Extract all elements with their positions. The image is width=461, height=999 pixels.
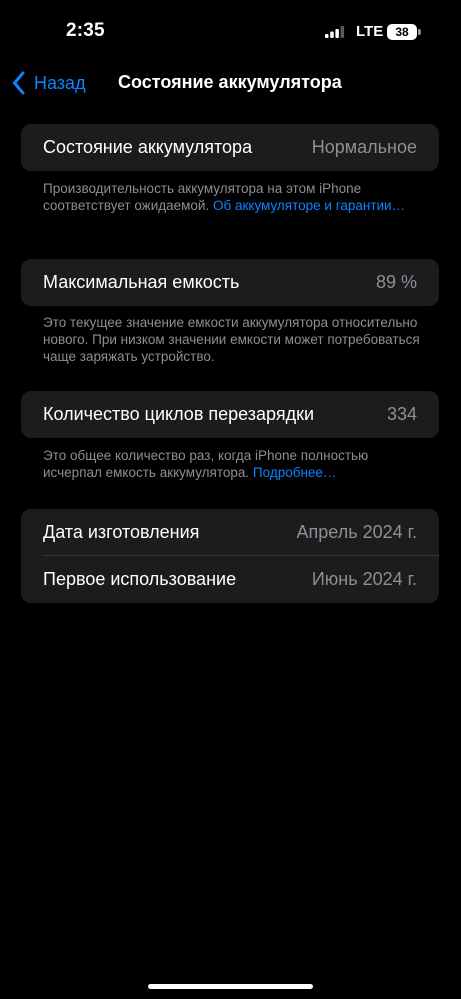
max-capacity-group: Максимальная емкость 89 % (21, 259, 439, 306)
chevron-left-icon (13, 71, 25, 95)
cycle-count-footnote: Это общее количество раз, когда iPhone п… (43, 447, 423, 481)
network-type-label: LTE (356, 23, 384, 40)
battery-icon: 38 (387, 24, 422, 40)
manufacture-date-value: Апрель 2024 г. (296, 522, 417, 542)
manufacture-date-label: Дата изготовления (43, 522, 200, 542)
battery-cap (418, 29, 421, 35)
page-title: Состояние аккумулятора (118, 72, 342, 92)
cellular-signal-icon (325, 26, 345, 38)
status-bar: 2:35 LTE 38 (0, 0, 461, 64)
status-time: 2:35 (66, 20, 105, 41)
battery-health-footnote: Производительность аккумулятора на этом … (43, 180, 423, 214)
max-capacity-value: 89 % (375, 272, 417, 292)
battery-health-group: Состояние аккумулятора Нормальное (21, 124, 439, 171)
manufacture-date-row: Дата изготовления Апрель 2024 г. (21, 509, 439, 556)
home-indicator[interactable] (148, 984, 313, 989)
cycle-count-label: Количество циклов перезарядки (43, 404, 315, 424)
first-use-value: Июнь 2024 г. (311, 569, 417, 589)
battery-health-row: Состояние аккумулятора Нормальное (21, 124, 439, 171)
cycle-count-row: Количество циклов перезарядки 334 (21, 391, 439, 438)
battery-health-value: Нормальное (311, 137, 417, 157)
back-button-label: Назад (34, 72, 86, 93)
cycle-count-value: 334 (386, 404, 417, 424)
cycle-count-group: Количество циклов перезарядки 334 (21, 391, 439, 438)
first-use-label: Первое использование (43, 569, 237, 589)
dates-group: Дата изготовления Апрель 2024 г. Первое … (21, 509, 439, 603)
max-capacity-row: Максимальная емкость 89 % (21, 259, 439, 306)
battery-health-label: Состояние аккумулятора (43, 137, 253, 157)
max-capacity-label: Максимальная емкость (43, 272, 240, 292)
battery-warranty-link[interactable]: Об аккумуляторе и гарантии… (213, 198, 405, 213)
back-button[interactable]: Назад (12, 70, 86, 96)
battery-level: 38 (387, 24, 417, 40)
first-use-row: Первое использование Июнь 2024 г. (21, 556, 439, 603)
max-capacity-footnote: Это текущее значение емкости аккумулятор… (43, 315, 420, 364)
learn-more-link[interactable]: Подробнее… (253, 465, 337, 480)
navigation-bar: Назад Состояние аккумулятора (0, 64, 461, 100)
